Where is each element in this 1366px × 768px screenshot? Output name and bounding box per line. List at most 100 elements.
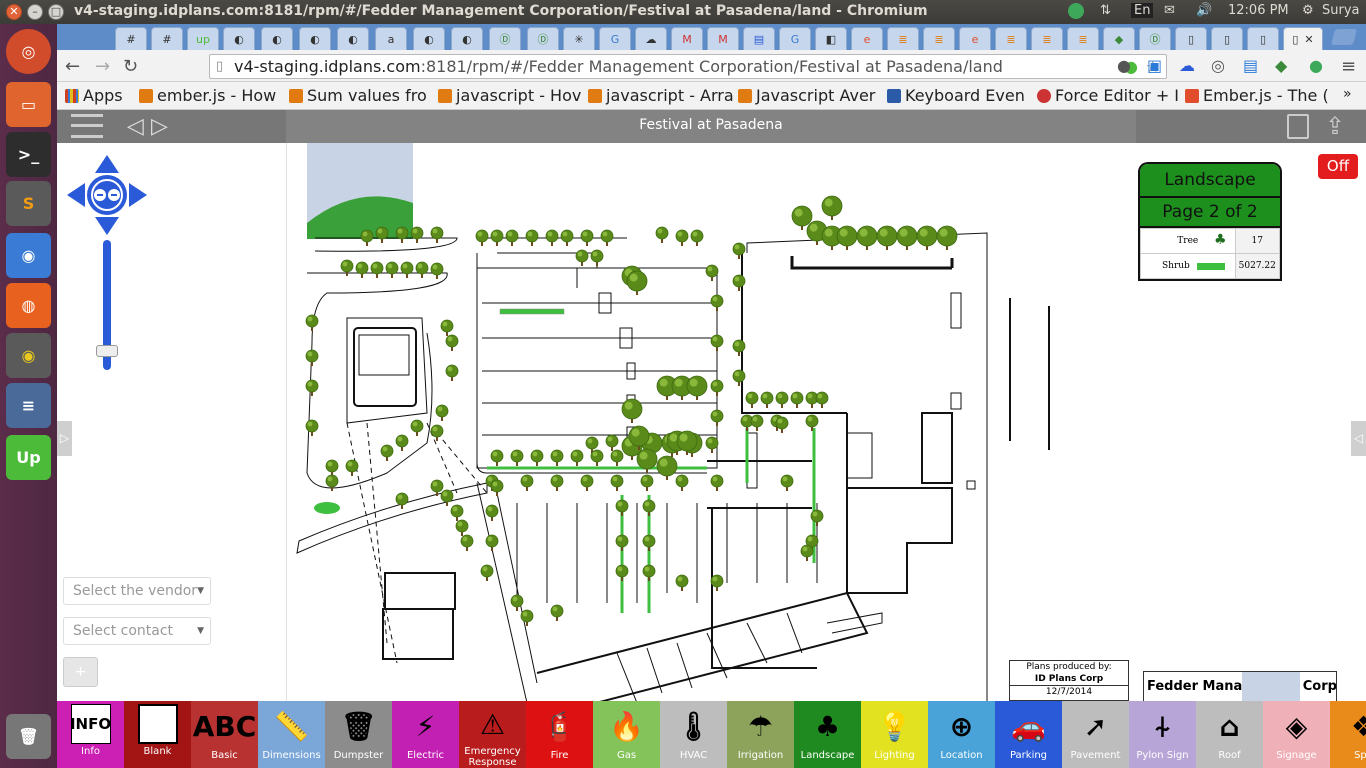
tree-icon[interactable] <box>305 349 319 363</box>
tree-icon[interactable] <box>732 339 746 353</box>
tree-icon[interactable] <box>642 534 656 548</box>
tab-google[interactable]: G <box>779 27 811 50</box>
tree-icon[interactable] <box>415 261 429 275</box>
ubuntu-dash-icon[interactable]: ◎ <box>6 29 51 74</box>
category-pavement[interactable]: ➚ Pavement <box>1062 701 1129 768</box>
tree-icon[interactable] <box>821 195 843 217</box>
tree-icon[interactable] <box>675 229 689 243</box>
tree-icon[interactable] <box>675 474 689 488</box>
tree-icon[interactable] <box>805 414 819 428</box>
tree-icon[interactable] <box>445 334 459 348</box>
tree-icon[interactable] <box>705 436 719 450</box>
tree-icon[interactable] <box>400 261 414 275</box>
tree-icon[interactable] <box>710 409 724 423</box>
chrome-icon[interactable]: ◉ <box>6 333 51 378</box>
add-button[interactable]: + <box>63 657 98 687</box>
user-name[interactable]: Surya <box>1322 3 1360 18</box>
tree-icon[interactable] <box>610 449 624 463</box>
forward-icon[interactable]: → <box>95 56 110 77</box>
tree-icon[interactable] <box>705 264 719 278</box>
bookmark-item[interactable]: ember.js - How <box>139 86 276 105</box>
tree-icon[interactable] <box>775 391 789 405</box>
tab-stackoverflow[interactable]: ≣ <box>1031 27 1063 50</box>
minimize-window-button[interactable]: – <box>27 4 43 20</box>
address-bar[interactable]: ▯ v4-staging.idplans.com:8181/rpm/#/Fedd… <box>209 54 1167 79</box>
tree-icon[interactable] <box>395 492 409 506</box>
bookmark-apps[interactable]: Apps <box>65 86 123 105</box>
tree-icon[interactable] <box>640 474 654 488</box>
tree-icon[interactable] <box>530 449 544 463</box>
category-pylon-sign[interactable]: ⍭ Pylon Sign <box>1129 701 1196 768</box>
next-arrow-icon[interactable]: ▷ <box>151 114 168 139</box>
tree-icon[interactable] <box>790 391 804 405</box>
tree-icon[interactable] <box>815 391 829 405</box>
tree-icon[interactable] <box>325 459 339 473</box>
tree-icon[interactable] <box>520 609 534 623</box>
database-icon[interactable]: ≡ <box>6 383 51 428</box>
tab-ember[interactable]: e <box>959 27 991 50</box>
back-icon[interactable]: ← <box>65 56 80 77</box>
trash-icon[interactable]: 🗑 <box>6 714 51 759</box>
tab-gmail[interactable]: M <box>707 27 739 50</box>
bookmark-item[interactable]: Sum values fro <box>289 86 427 105</box>
right-panel-toggle[interactable]: ◁ <box>1351 421 1366 456</box>
tree-icon[interactable] <box>395 226 409 240</box>
bookmark-item[interactable]: javascript - Hov <box>438 86 581 105</box>
tree-icon[interactable] <box>590 249 604 263</box>
tree-icon[interactable] <box>460 534 474 548</box>
tab-slack[interactable]: # <box>151 27 183 50</box>
bookmark-item[interactable]: Keyboard Even <box>887 86 1025 105</box>
tree-icon[interactable] <box>305 379 319 393</box>
category-parking[interactable]: 🚗 Parking <box>995 701 1062 768</box>
firefox-icon[interactable]: ◍ <box>6 283 51 328</box>
bookmark-item[interactable]: javascript - Arra <box>588 86 734 105</box>
tree-icon[interactable] <box>485 534 499 548</box>
tree-icon[interactable] <box>642 499 656 513</box>
left-panel-toggle[interactable]: ▷ <box>57 421 72 456</box>
zoom-slider-handle[interactable] <box>96 345 118 357</box>
tree-icon[interactable] <box>485 504 499 518</box>
tab-idplans[interactable]: Ⓓ <box>527 27 559 50</box>
bookmarks-overflow-icon[interactable]: » <box>1343 86 1352 102</box>
off-toggle-button[interactable]: Off <box>1318 154 1358 179</box>
tree-icon[interactable] <box>710 474 724 488</box>
tree-icon[interactable] <box>732 242 746 256</box>
tree-icon[interactable] <box>750 414 764 428</box>
close-tab-icon[interactable]: ✕ <box>1304 33 1313 46</box>
tree-icon[interactable] <box>430 262 444 276</box>
clock[interactable]: 12:06 PM <box>1228 3 1289 18</box>
new-tab-button[interactable] <box>1330 29 1358 45</box>
tree-icon[interactable] <box>545 229 559 243</box>
tab-github[interactable]: ◐ <box>261 27 293 50</box>
tree-icon[interactable] <box>580 474 594 488</box>
tree-icon[interactable] <box>375 226 389 240</box>
tree-icon[interactable] <box>305 419 319 433</box>
tree-icon[interactable] <box>340 259 354 273</box>
tree-icon[interactable] <box>876 225 898 247</box>
tree-icon[interactable] <box>690 229 704 243</box>
maximize-window-button[interactable]: □ <box>48 4 64 20</box>
category-spa[interactable]: ❖ Spa <box>1330 701 1366 768</box>
tree-icon[interactable] <box>505 229 519 243</box>
tab-stackoverflow[interactable]: ≣ <box>995 27 1027 50</box>
tree-icon[interactable] <box>360 229 374 243</box>
tree-icon[interactable] <box>355 261 369 275</box>
tree-icon[interactable] <box>550 449 564 463</box>
tree-icon[interactable] <box>600 229 614 243</box>
site-plan-map[interactable]: Plans produced by: ID Plans Corp 12/7/20… <box>287 143 1136 701</box>
hangouts-tray-icon[interactable] <box>1068 3 1084 19</box>
tree-icon[interactable] <box>440 319 454 333</box>
tab-gmail[interactable]: M <box>671 27 703 50</box>
tree-icon[interactable] <box>621 398 643 420</box>
tab-generic[interactable]: ▯ <box>1211 27 1243 50</box>
tab-slack[interactable]: # <box>115 27 147 50</box>
tab-ember[interactable]: e <box>851 27 883 50</box>
tree-icon[interactable] <box>780 474 794 488</box>
tab-idplans[interactable]: Ⓓ <box>1139 27 1171 50</box>
tab-generic[interactable]: ▯ <box>1175 27 1207 50</box>
tree-icon[interactable] <box>525 229 539 243</box>
tree-icon[interactable] <box>615 534 629 548</box>
tab-github[interactable]: ◐ <box>451 27 483 50</box>
hamburger-menu-icon[interactable] <box>71 114 103 138</box>
vendor-select[interactable]: Select the vendor ▼ <box>63 577 211 605</box>
